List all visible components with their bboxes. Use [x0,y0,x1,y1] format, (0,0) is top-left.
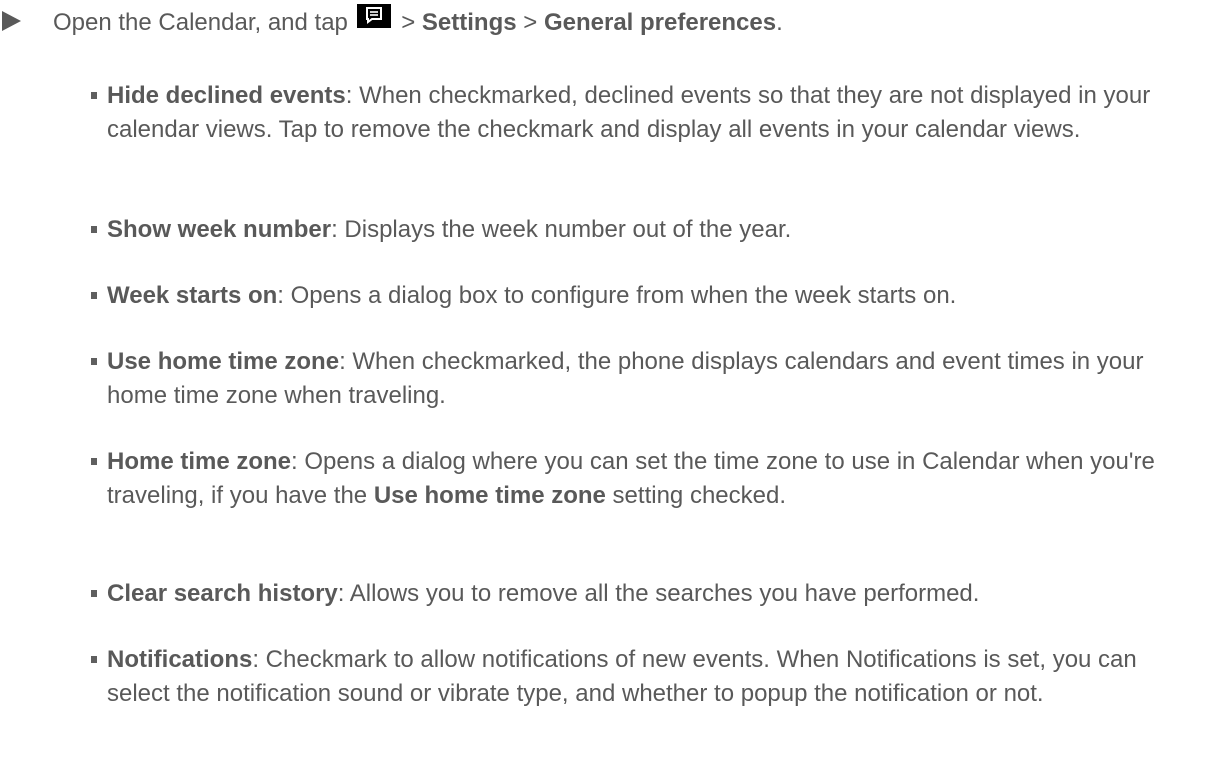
square-bullet-icon [91,92,97,99]
square-bullet-icon [91,358,97,365]
item-text: Use home time zone: When checkmarked, th… [107,345,1187,413]
item-description: : Opens a dialog box to configure from w… [277,282,957,309]
square-bullet-icon [91,590,97,597]
item-label: Notifications [107,646,253,673]
right-triangle-bullet-icon [2,11,21,31]
item-inline-bold: Use home time zone [373,482,606,509]
item-label: Use home time zone [107,348,340,375]
menu-key-icon [356,4,391,28]
item-description-end: setting checked. [605,482,786,509]
item-description: : Allows you to remove all the searches … [337,580,980,607]
item-text: Home time zone: Opens a dialog where you… [107,445,1187,513]
square-bullet-icon [91,656,97,663]
square-bullet-icon [91,292,97,299]
square-bullet-icon [91,458,97,465]
item-text: Clear search history: Allows you to remo… [107,577,1187,611]
item-label: Week starts on [107,282,278,309]
item-text: Notifications: Checkmark to allow notifi… [107,643,1187,711]
settings-label: Settings [421,9,517,36]
item-label: Hide declined events [107,82,346,109]
step-period: . [776,9,783,36]
general-preferences-label: General preferences [543,9,777,36]
step-text: Open the Calendar, and tap [53,9,348,36]
document-page: Open the Calendar, and tap > Settings > … [0,0,1210,772]
square-bullet-icon [91,226,97,233]
item-text: Show week number: Displays the week numb… [107,213,1187,247]
item-text: Hide declined events: When checkmarked, … [107,79,1187,147]
instruction-step: Open the Calendar, and tap > Settings > … [0,4,1200,40]
item-label: Clear search history [107,580,338,607]
breadcrumb-separator: > [516,9,544,36]
breadcrumb-separator: > [394,9,422,36]
item-label: Show week number [107,216,332,243]
item-description: : Checkmark to allow notifications of ne… [107,646,1137,707]
item-label: Home time zone [107,448,292,475]
item-description: : Displays the week number out of the ye… [331,216,792,243]
item-text: Week starts on: Opens a dialog box to co… [107,279,1187,313]
